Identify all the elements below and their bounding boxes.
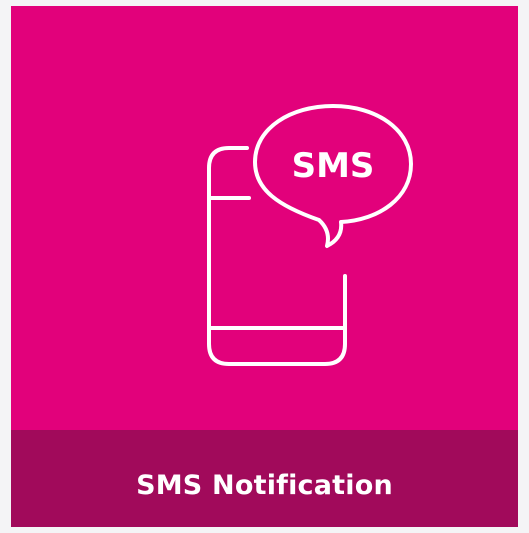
footer-bar: SMS Notification	[11, 430, 518, 527]
tile-label: SMS Notification	[136, 470, 393, 501]
sms-notification-tile[interactable]: SMS SMS Notification	[11, 6, 518, 527]
phone-sms-icon: SMS	[11, 6, 518, 430]
bubble-sms-text: SMS	[292, 146, 375, 186]
